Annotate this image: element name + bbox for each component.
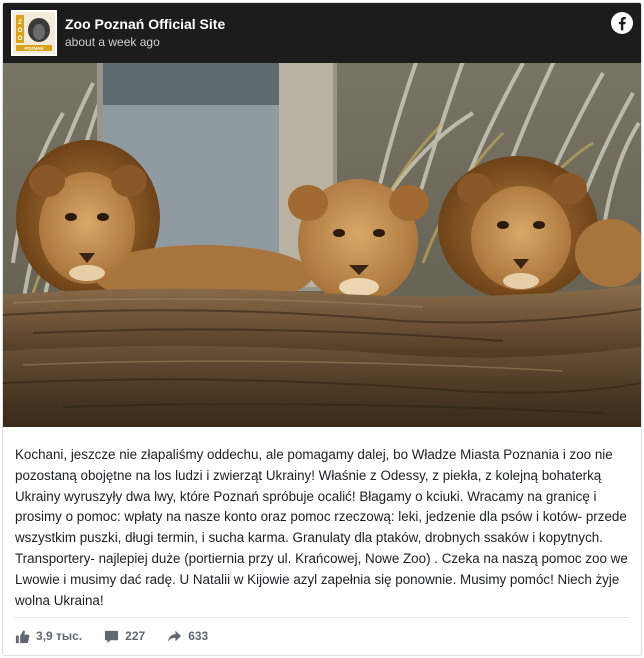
post-actions-bar: 3,9 тыс. 227 633 xyxy=(15,625,230,647)
page-name-link[interactable]: Zoo Poznań Official Site xyxy=(65,16,225,32)
svg-text:O: O xyxy=(18,28,23,34)
svg-text:Z: Z xyxy=(18,20,22,26)
post-photo-lions[interactable] xyxy=(3,3,641,427)
svg-text:O: O xyxy=(18,36,23,42)
post-header-bar: Z O O POZNAŃ Zoo Poznań Official Site ab… xyxy=(3,3,641,63)
zoo-logo-icon: Z O O POZNAŃ xyxy=(14,13,54,53)
facebook-post-card: Z O O POZNAŃ Zoo Poznań Official Site ab… xyxy=(2,2,642,656)
facebook-icon[interactable] xyxy=(611,12,633,34)
share-icon xyxy=(168,630,182,642)
share-count-button[interactable]: 633 xyxy=(167,629,208,644)
zoo-poznan-avatar[interactable]: Z O O POZNAŃ xyxy=(11,10,57,56)
like-count: 3,9 тыс. xyxy=(36,629,83,643)
comment-count: 227 xyxy=(125,629,146,643)
share-count: 633 xyxy=(188,629,209,643)
actions-divider xyxy=(15,617,629,618)
svg-text:POZNAŃ: POZNAŃ xyxy=(25,44,44,51)
post-timestamp[interactable]: about a week ago xyxy=(65,35,160,49)
post-message-text: Kochani, jeszcze nie złapaliśmy oddechu,… xyxy=(15,447,628,608)
thumbs-up-icon xyxy=(15,629,30,643)
comment-count-button[interactable]: 227 xyxy=(104,629,145,644)
like-count-button[interactable]: 3,9 тыс. xyxy=(15,629,82,644)
comment-icon xyxy=(105,630,119,643)
lions-photo-illustration xyxy=(3,3,641,427)
